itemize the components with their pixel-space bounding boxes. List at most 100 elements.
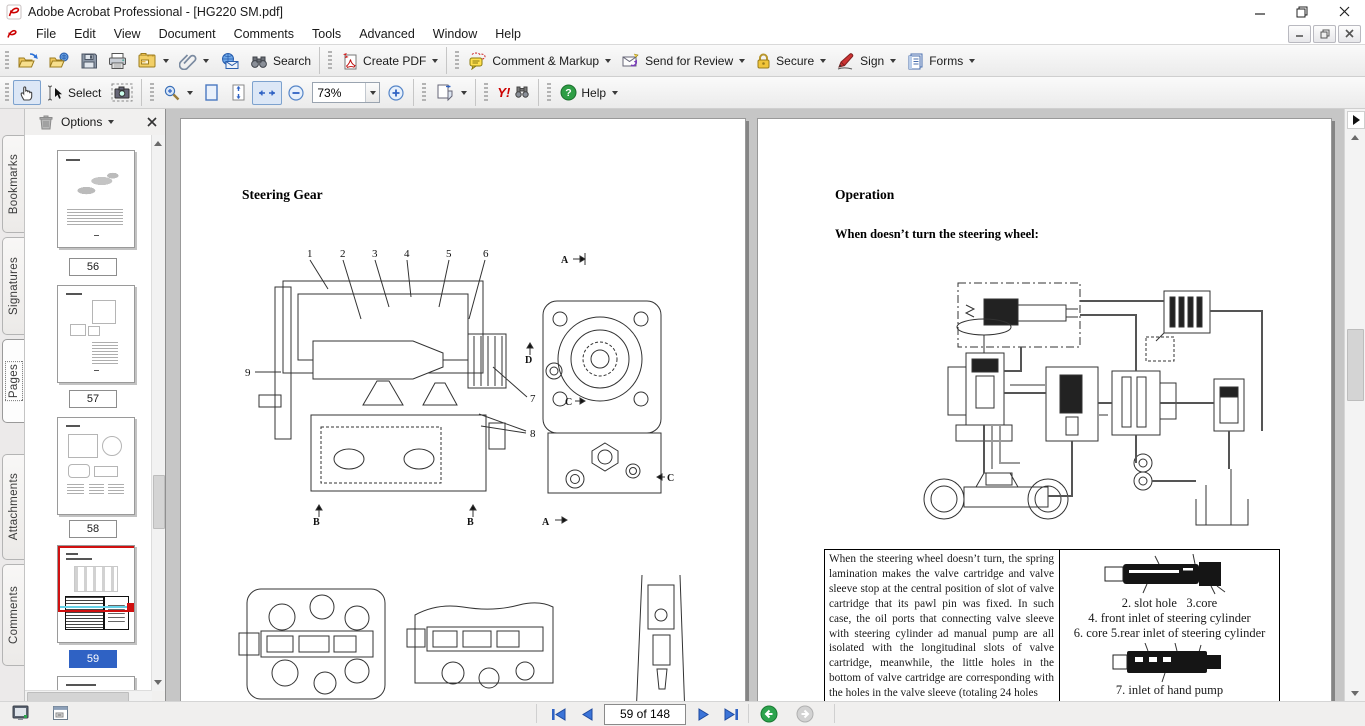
tab-signatures[interactable]: Signatures	[2, 237, 24, 335]
menu-comments[interactable]: Comments	[225, 25, 303, 43]
save-button[interactable]	[75, 49, 103, 73]
create-pdf-button[interactable]: Create PDF	[336, 49, 443, 73]
zoom-out-button[interactable]	[282, 81, 310, 105]
tab-attachments[interactable]: Attachments	[2, 454, 24, 560]
panel-close-icon[interactable]	[147, 117, 157, 127]
doc-minimize-icon[interactable]	[1288, 25, 1311, 43]
actual-size-button[interactable]	[198, 80, 225, 105]
next-view-button[interactable]	[796, 705, 814, 723]
menu-file[interactable]: File	[27, 25, 65, 43]
page-thumbnail-60[interactable]	[57, 676, 135, 691]
email-button[interactable]	[214, 49, 244, 73]
secure-button[interactable]: Secure	[750, 49, 831, 73]
current-view-rect	[58, 546, 135, 612]
expand-pane-button[interactable]	[1347, 111, 1365, 129]
print-button[interactable]	[103, 49, 132, 73]
scroll-up-icon[interactable]	[154, 141, 162, 146]
fit-width-button[interactable]	[252, 81, 282, 105]
toolbar-grip[interactable]	[328, 51, 332, 71]
toolbar-grip[interactable]	[455, 51, 459, 71]
document-vscrollbar[interactable]	[1344, 109, 1365, 702]
document-area[interactable]: Steering Gear 1 2 3 4 5 6 9 7 8	[166, 109, 1345, 702]
yahoo-search-button[interactable]: Y!	[492, 82, 535, 103]
page-thumbnail-59[interactable]	[57, 545, 135, 643]
open-button[interactable]	[13, 49, 44, 73]
page-layout-dropdown-icon	[461, 91, 467, 95]
section-title: Steering Gear	[242, 187, 323, 203]
page-layout-icon	[435, 83, 455, 102]
minimize-icon[interactable]	[1239, 0, 1281, 23]
search-button[interactable]: Search	[244, 50, 316, 72]
toolbar-grip[interactable]	[547, 83, 551, 103]
fullscreen-view-button[interactable]	[12, 705, 30, 722]
zoom-dropdown-icon[interactable]	[365, 83, 379, 102]
page-number-57[interactable]: 57	[69, 390, 117, 408]
options-menu-button[interactable]: Options	[61, 115, 114, 129]
menu-help[interactable]: Help	[486, 25, 530, 43]
scrollbar-thumb[interactable]	[153, 475, 165, 529]
page-thumbnail-58[interactable]	[57, 417, 135, 515]
send-for-review-button[interactable]: Send for Review	[616, 49, 750, 73]
page-layout-button[interactable]	[430, 80, 472, 105]
help-button[interactable]: ? Help	[555, 81, 623, 104]
toolbar-grip[interactable]	[150, 83, 154, 103]
menu-window[interactable]: Window	[424, 25, 486, 43]
tab-comments[interactable]: Comments	[2, 564, 24, 666]
page-thumbnail-57[interactable]	[57, 285, 135, 383]
thumbnail-vscrollbar[interactable]	[151, 135, 165, 691]
svg-text:7: 7	[530, 393, 536, 405]
fit-page-button[interactable]	[225, 80, 252, 105]
svg-text:8: 8	[530, 428, 536, 440]
pages-panel-header: Options	[25, 109, 165, 136]
tab-pages[interactable]: Pages	[2, 339, 24, 423]
restore-icon[interactable]	[1281, 0, 1323, 23]
menu-document[interactable]: Document	[150, 25, 225, 43]
zoom-in-button[interactable]	[382, 81, 410, 105]
snapshot-button[interactable]	[106, 80, 138, 105]
tab-bookmarks[interactable]: Bookmarks	[2, 135, 24, 233]
hydraulic-schematic	[896, 275, 1300, 547]
valve-sleeve-figure	[1105, 643, 1235, 683]
page-number-59[interactable]: 59	[69, 650, 117, 668]
page-number-58[interactable]: 58	[69, 520, 117, 538]
page-number-56[interactable]: 56	[69, 258, 117, 276]
toolbar-grip[interactable]	[5, 51, 9, 71]
forms-button[interactable]: Forms	[901, 49, 980, 73]
open-web-button[interactable]	[44, 49, 75, 73]
organizer-button[interactable]	[132, 49, 174, 73]
menu-tools[interactable]: Tools	[303, 25, 350, 43]
page-indicator-input[interactable]	[605, 705, 685, 724]
zoom-tool-button[interactable]	[158, 81, 198, 105]
toolbar-grip[interactable]	[5, 83, 9, 103]
trash-icon[interactable]	[39, 115, 53, 130]
doc-restore-icon[interactable]	[1313, 25, 1336, 43]
page-thumbnail-56[interactable]	[57, 150, 135, 248]
page-view-button[interactable]	[52, 705, 69, 722]
svg-text:4: 4	[404, 248, 410, 260]
first-page-button[interactable]	[548, 704, 570, 724]
select-tool-button[interactable]: Select	[41, 81, 106, 105]
menu-advanced[interactable]: Advanced	[350, 25, 424, 43]
scroll-up-icon[interactable]	[1351, 135, 1359, 140]
view-toolbar: Select	[0, 77, 1365, 109]
next-page-button[interactable]	[692, 704, 714, 724]
scroll-down-icon[interactable]	[1351, 691, 1359, 696]
menu-view[interactable]: View	[105, 25, 150, 43]
menu-edit[interactable]: Edit	[65, 25, 105, 43]
hand-tool-button[interactable]	[13, 80, 41, 105]
zoom-level-input[interactable]	[313, 84, 365, 101]
comment-markup-button[interactable]: Comment & Markup	[463, 49, 616, 73]
figure-label-2: 4. front inlet of steering cylinder	[1064, 611, 1275, 626]
select-tool-icon	[46, 84, 64, 102]
last-page-button[interactable]	[720, 704, 742, 724]
previous-view-button[interactable]	[760, 705, 778, 723]
doc-close-icon[interactable]	[1338, 25, 1361, 43]
scrollbar-thumb[interactable]	[1347, 329, 1364, 401]
toolbar-grip[interactable]	[484, 83, 488, 103]
scroll-down-icon[interactable]	[154, 680, 162, 685]
previous-page-button[interactable]	[576, 704, 598, 724]
toolbar-grip[interactable]	[422, 83, 426, 103]
attach-button[interactable]	[174, 49, 214, 73]
close-icon[interactable]	[1323, 0, 1365, 23]
sign-button[interactable]: Sign	[831, 49, 901, 73]
